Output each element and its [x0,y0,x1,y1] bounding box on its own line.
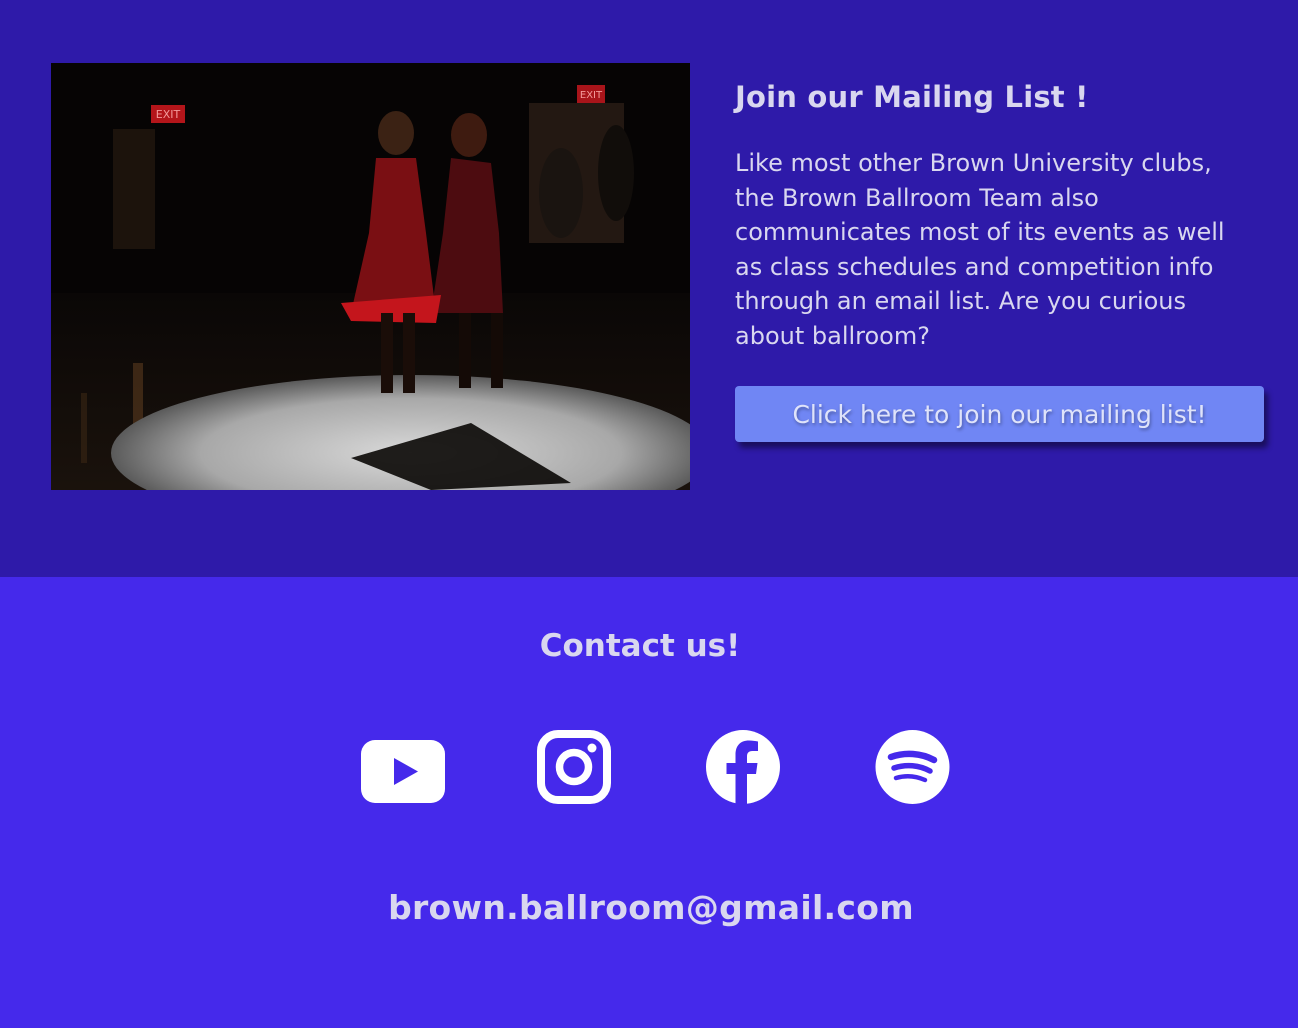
mailing-list-description: Like most other Brown University clubs, … [735,149,1225,350]
svg-text:EXIT: EXIT [156,108,181,121]
contact-title: Contact us! [539,628,741,664]
contact-email-link[interactable]: brown.ballroom@gmail.com [0,888,1298,927]
join-mailing-list-button[interactable]: Click here to join our mailing list! [735,386,1264,442]
spotify-icon[interactable] [874,730,951,808]
mailing-list-title: Join our Mailing List ! [735,80,1089,114]
svg-text:EXIT: EXIT [580,90,603,101]
instagram-icon[interactable] [537,730,611,808]
mailing-list-section: EXIT EXIT Join our Mailing List ! Like m… [0,0,1298,577]
youtube-icon[interactable] [361,740,445,818]
facebook-icon[interactable] [703,730,783,808]
ballroom-dancers-photo: EXIT EXIT [51,63,690,490]
